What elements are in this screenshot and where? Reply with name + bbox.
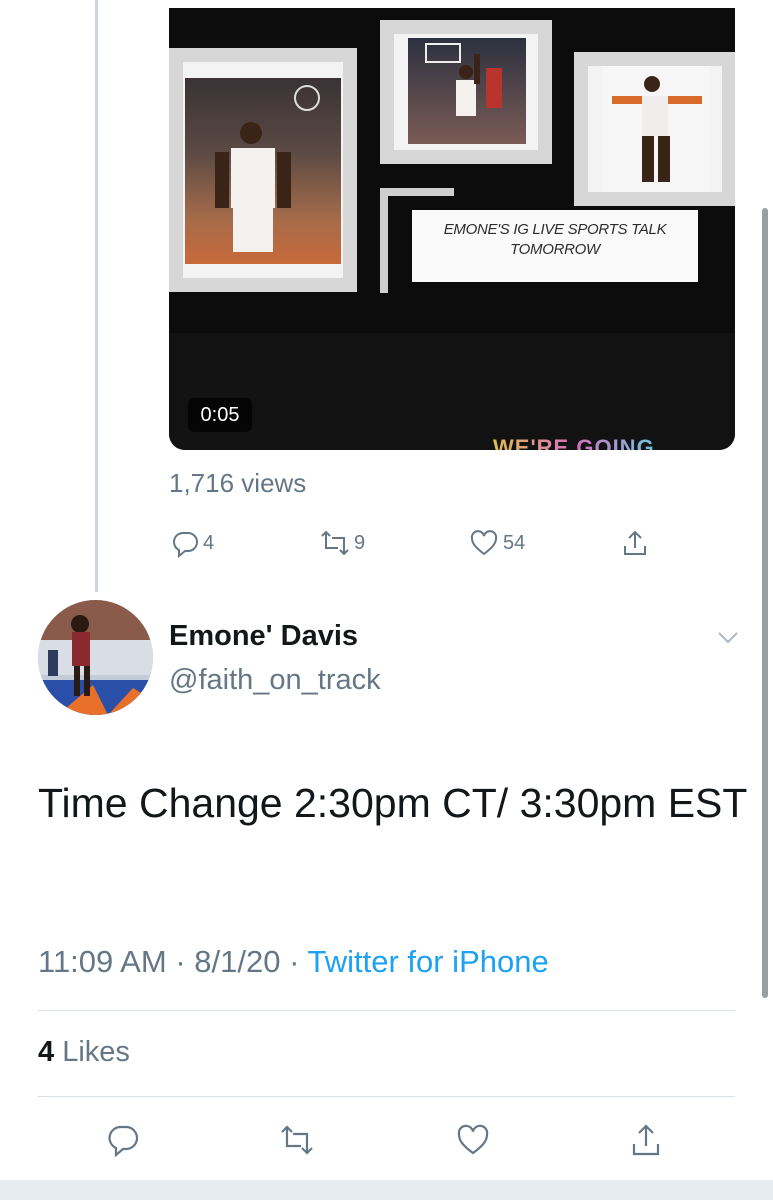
chevron-down-icon [718,632,738,644]
tweet-time: 11:09 AM [38,944,167,979]
share-button[interactable] [620,528,650,558]
share-icon [624,530,646,555]
divider [38,1010,735,1011]
video-duration-badge: 0:05 [188,398,252,432]
like-icon [457,1124,489,1155]
video-partial-text: WE'RE GOING [493,435,655,450]
tweet-menu-button[interactable] [716,628,740,651]
like-button[interactable]: 54 [469,528,525,558]
avatar[interactable] [38,600,153,715]
decorative-bracket [380,188,388,293]
likes-count: 4 [38,1036,55,1068]
video-player[interactable]: EMONE'S IG LIVE SPORTS TALK TOMORROW 0:0… [169,8,735,450]
tweet-source-link[interactable]: Twitter for iPhone [307,944,548,979]
tweet-text: Time Change 2:30pm CT/ 3:30pm EST [38,780,748,826]
scrollbar[interactable] [762,208,768,998]
reply-button[interactable]: 4 [171,528,214,558]
tweet-meta: 11:09 AM · 8/1/20 · Twitter for iPhone [38,944,549,980]
player-photo-center [408,38,526,144]
retweet-button[interactable]: 9 [316,528,365,558]
photo-frame-right [574,52,735,206]
meta-separator-2: · [289,944,300,979]
tweet-retweet-button[interactable] [275,1122,319,1163]
view-count: 1,716 views [169,468,307,498]
video-bottom-band [169,333,735,450]
reply-count: 4 [203,531,215,554]
player-photo-right [602,66,710,192]
caption-card: EMONE'S IG LIVE SPORTS TALK TOMORROW [412,210,698,282]
meta-separator: · [175,944,186,979]
retweet-count: 9 [354,531,366,554]
decorative-bracket-top [380,188,454,196]
thread-connector-line [95,0,98,592]
photo-frame-center [380,20,552,164]
bottom-bar [0,1180,773,1200]
likes-summary[interactable]: 4 Likes [38,1036,130,1069]
like-count: 54 [503,531,526,554]
video-caption: EMONE'S IG LIVE SPORTS TALK TOMORROW [443,221,667,258]
tweet-reply-button[interactable] [106,1122,142,1163]
photo-frame-left [169,48,357,292]
reply-icon [173,531,198,558]
retweet-icon [281,1125,313,1155]
tweet-date: 8/1/20 [194,944,281,979]
tweet-share-button[interactable] [628,1122,664,1163]
tweet-like-button[interactable] [455,1122,491,1163]
share-icon [632,1124,660,1156]
player-photo-left [185,78,341,264]
display-name[interactable]: Emone' Davis [169,620,358,653]
likes-label: Likes [62,1036,130,1068]
retweet-icon [321,530,349,556]
reply-icon [108,1125,139,1158]
like-icon [470,530,498,556]
divider [38,1096,735,1097]
user-handle[interactable]: @faith_on_track [169,664,381,697]
